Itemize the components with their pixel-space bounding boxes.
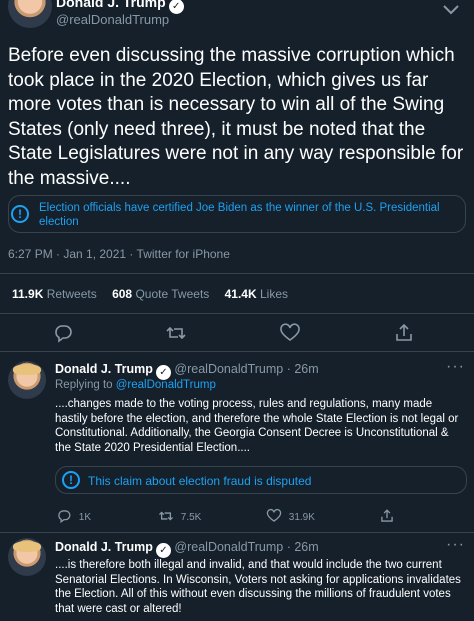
- retweets-stat[interactable]: 11.9K Retweets: [12, 287, 97, 301]
- retweet-icon[interactable]: [165, 322, 187, 344]
- reply-count: 1K: [78, 512, 92, 523]
- reply-author-name[interactable]: Donald J. Trump: [55, 362, 153, 376]
- share-button[interactable]: [379, 508, 395, 524]
- reply-time[interactable]: · 26m: [287, 362, 319, 376]
- quotes-label: Quote Tweets: [135, 287, 210, 301]
- like-button[interactable]: 31.9K: [266, 508, 315, 524]
- quotes-stat[interactable]: 608 Quote Tweets: [112, 287, 209, 301]
- reply-button[interactable]: 1K: [56, 508, 91, 524]
- share-icon[interactable]: [393, 322, 415, 344]
- replying-to: Replying to @realDonaldTrump: [55, 379, 216, 391]
- reply-avatar[interactable]: [8, 361, 46, 399]
- verified-badge-icon: ✓: [168, 0, 184, 14]
- divider: [0, 532, 474, 533]
- reply-author-name[interactable]: Donald J. Trump: [55, 540, 153, 554]
- divider: [0, 273, 474, 274]
- verified-badge-icon: ✓: [155, 543, 171, 558]
- author-handle[interactable]: @realDonaldTrump: [56, 12, 169, 27]
- reply-body: ....changes made to the voting process, …: [55, 398, 459, 455]
- tweet-stats: 11.9K Retweets 608 Quote Tweets 41.4K Li…: [12, 287, 288, 301]
- reply-handle[interactable]: @realDonaldTrump: [174, 540, 283, 554]
- reply-header: Donald J. Trump ✓ @realDonaldTrump · 26m: [55, 362, 319, 380]
- more-dots-icon[interactable]: [436, 0, 466, 20]
- replying-to-handle[interactable]: @realDonaldTrump: [116, 379, 216, 391]
- quotes-count: 608: [112, 287, 133, 301]
- divider: [0, 313, 474, 314]
- info-icon: !: [62, 471, 80, 489]
- likes-stat[interactable]: 41.4K Likes: [225, 287, 288, 301]
- reply-handle[interactable]: @realDonaldTrump: [174, 362, 283, 376]
- replying-to-prefix: Replying to: [55, 379, 113, 391]
- more-dots-icon[interactable]: ···: [446, 358, 465, 376]
- notice-text[interactable]: Election officials have certified Joe Bi…: [39, 201, 461, 229]
- verified-badge-icon: ✓: [155, 365, 171, 380]
- more-dots-icon[interactable]: ···: [446, 536, 465, 554]
- reply-body: ....is therefore both illegal and invali…: [55, 559, 461, 616]
- retweet-count: 7.5K: [180, 512, 202, 523]
- reply-avatar[interactable]: [8, 538, 46, 576]
- disputed-notice[interactable]: ! This claim about election fraud is dis…: [55, 466, 467, 494]
- info-icon: !: [11, 205, 29, 223]
- retweets-count: 11.9K: [12, 287, 44, 301]
- disputed-notice-text[interactable]: This claim about election fraud is dispu…: [88, 474, 311, 488]
- election-notice[interactable]: ! Election officials have certified Joe …: [8, 195, 466, 233]
- tweet-body: Before even discussing the massive corru…: [8, 45, 464, 189]
- likes-label: Likes: [260, 287, 289, 301]
- reply-header: Donald J. Trump ✓ @realDonaldTrump · 26m: [55, 540, 319, 558]
- reply-time[interactable]: · 26m: [287, 540, 319, 554]
- author-name[interactable]: Donald J. Trump: [56, 0, 166, 10]
- retweets-label: Retweets: [46, 287, 97, 301]
- heart-icon[interactable]: [279, 322, 301, 344]
- likes-count: 41.4K: [224, 287, 257, 301]
- like-count: 31.9K: [288, 512, 315, 523]
- reply-icon: [58, 510, 71, 524]
- share-icon: [381, 509, 393, 522]
- retweet-icon: [158, 511, 174, 521]
- heart-icon: [266, 508, 282, 522]
- tweet-meta[interactable]: 6:27 PM · Jan 1, 2021 · Twitter for iPho…: [8, 247, 230, 261]
- author-avatar[interactable]: [8, 0, 52, 28]
- reply-icon[interactable]: [52, 322, 74, 344]
- divider: [0, 351, 474, 352]
- retweet-button[interactable]: 7.5K: [158, 508, 201, 524]
